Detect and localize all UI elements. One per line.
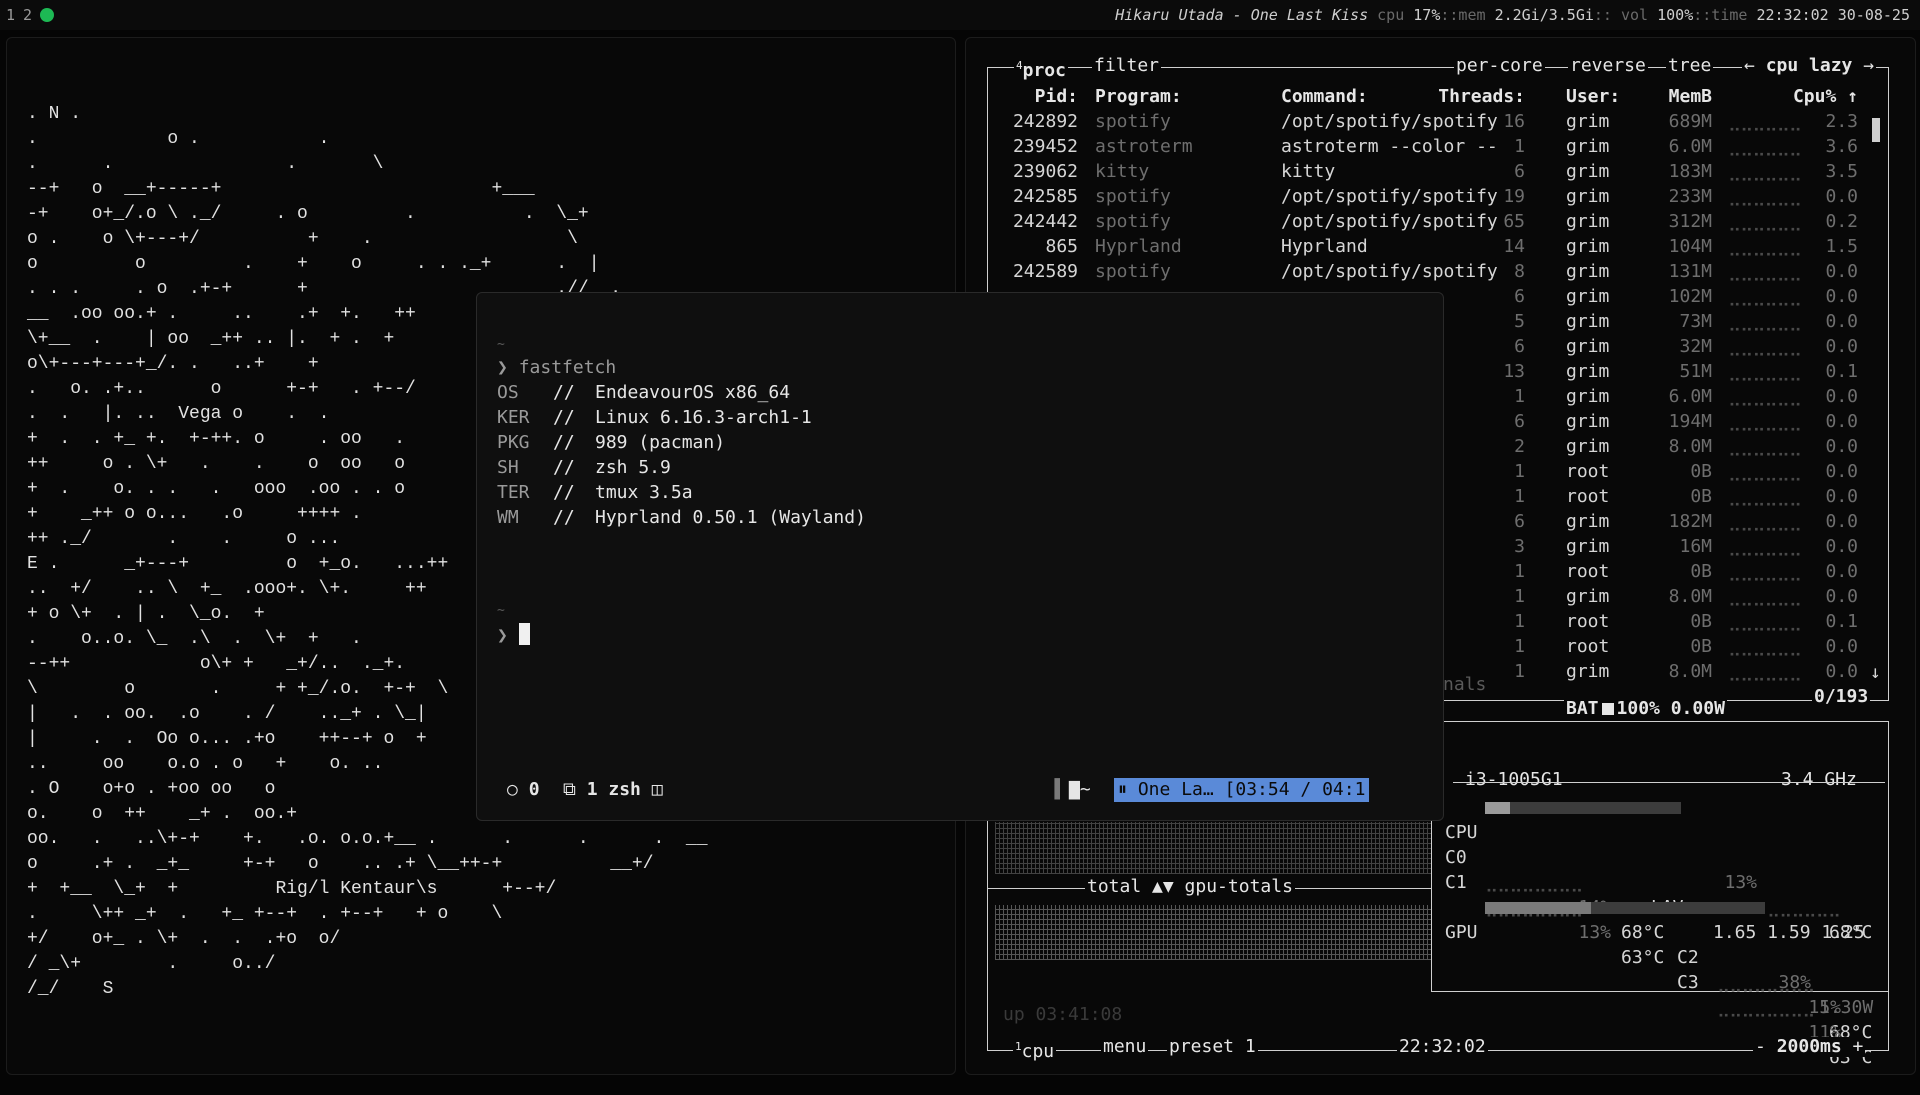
battery-status: BAT 100% 0.00W — [1564, 698, 1727, 719]
tab-cpu[interactable]: 1cpu — [1013, 1037, 1057, 1062]
workspace-1[interactable]: 1 — [6, 6, 15, 24]
cpu-label: cpu — [1377, 6, 1405, 24]
cpu-model: i3-1005G1 — [1463, 769, 1565, 790]
vol-value[interactable]: 100% — [1657, 6, 1693, 24]
spotify-icon[interactable] — [40, 8, 55, 22]
zoom-icon: ◫ — [651, 779, 663, 800]
status-bar: Hikaru Utada - One Last Kiss cpu 17%::me… — [1115, 0, 1910, 30]
load-avg-row: LAV: 1.65 1.59 1.25 — [1651, 897, 1865, 943]
process-row[interactable]: 242892 spotify/opt/spotify/spotify 16 grim 6… — [988, 109, 1888, 134]
gpu-row: GPU 38% 1.30W — [1445, 895, 1885, 1018]
fastfetch-line: OS//EndeavourOS x86_64 — [497, 382, 791, 403]
scroll-down-icon[interactable]: ↓ — [1870, 662, 1881, 683]
process-row[interactable]: 242589 spotify/opt/spotify/spotify 8 grim 13… — [988, 259, 1888, 284]
gpu-bar — [1485, 902, 1765, 914]
scrollbar-thumb[interactable] — [1872, 118, 1880, 142]
cpu-total-row: CPU 13% ⣀⣀⣀⣀⣀⣀ 68°C — [1445, 795, 1885, 943]
clock: 22:32:02 — [1756, 6, 1829, 24]
process-row[interactable]: 242442 spotify/opt/spotify/spotify 65 grim 3… — [988, 209, 1888, 234]
command-line: ❯ fastfetch — [497, 357, 617, 378]
cpu-freq: 3.4 GHz — [1779, 769, 1859, 790]
workspace-2[interactable]: 2 — [23, 6, 32, 24]
col-command[interactable]: Command: — [1281, 86, 1368, 107]
process-row[interactable]: 239452 astroterm astroterm --color -- 1 grim… — [988, 134, 1888, 159]
cpu-bar — [1485, 802, 1681, 814]
col-mem[interactable]: MemB — [1636, 86, 1712, 107]
floating-terminal[interactable]: ~ ❯ fastfetch OS//EndeavourOS x86_64 KER /… — [476, 292, 1444, 821]
active-prompt[interactable]: ❯ — [497, 623, 530, 646]
core-row-1: C0 ⣀⣀⣀⣀⣀⣀⣀⣀ 14% 68°C C2 ⣀⣀⣀⣀⣀⣀⣀⣀ 15% 68°… — [1445, 847, 1873, 1043]
uptime: up 03:41:08 — [1003, 1004, 1123, 1025]
time-label: ::time — [1693, 6, 1748, 24]
tab-cpu-lazy[interactable]: ← cpu lazy → — [1742, 56, 1877, 76]
tmux-dir: ▇~ — [1069, 779, 1091, 800]
col-cpu[interactable]: Cpu% ↑ — [1768, 86, 1858, 107]
col-threads[interactable]: Threads: — [1380, 86, 1525, 107]
window-icon: ⧉ — [563, 779, 576, 800]
tmux-status-bar: ○ 0 ⧉ 1 zsh ◫ ▐ ▇~ ⏸ One La… [03:54 / 04… — [477, 773, 1443, 807]
tab-total[interactable]: total ▲▼ gpu-totals — [1085, 877, 1295, 897]
cpu-value: 17% — [1413, 6, 1441, 24]
workspace-list: 12 — [6, 0, 62, 30]
partial-label: nals — [1443, 674, 1487, 695]
fastfetch-line: SH//zsh 5.9 — [497, 457, 671, 478]
process-count: 0/193 — [1812, 686, 1871, 707]
tmux-window[interactable]: ⧉ 1 zsh ◫ — [563, 773, 663, 807]
fastfetch-line: PKG//989 (pacman) — [497, 432, 726, 453]
text-cursor — [518, 623, 530, 645]
col-pid[interactable]: Pid: — [1008, 86, 1078, 107]
tab-tree[interactable]: tree — [1666, 56, 1714, 76]
cpu-graph — [995, 822, 1431, 874]
now-playing[interactable]: Hikaru Utada - One Last Kiss — [1115, 6, 1368, 24]
btop-clock: 22:32:02 — [1397, 1036, 1488, 1057]
gpu-graph — [995, 905, 1431, 960]
process-row[interactable]: 865 Hyprland Hyprland 14 grim 104M ⣀⣀⣀⣀⣀⣀ 1.5 — [988, 234, 1888, 259]
folder-icon: ▇ — [1069, 779, 1080, 800]
tab-preset[interactable]: preset 1 — [1167, 1037, 1258, 1057]
tab-proc[interactable]: 4proc — [1014, 56, 1068, 81]
tab-reverse[interactable]: reverse — [1568, 56, 1648, 76]
tab-menu[interactable]: menu — [1101, 1037, 1149, 1057]
tmux-now-playing[interactable]: ⏸ One La… [03:54 / 04:1 — [1114, 778, 1370, 802]
mem-value: 2.2Gi/3.5Gi — [1494, 6, 1594, 24]
tmux-session[interactable]: ○ 0 — [507, 773, 540, 807]
mem-label: ::mem — [1440, 6, 1486, 24]
pane-divider-icon: ▐ — [1049, 779, 1060, 800]
prompt-dir-2: ~ — [497, 603, 505, 618]
tab-filter[interactable]: filter — [1092, 56, 1162, 76]
fastfetch-line: KER//Linux 6.16.3-arch1-1 — [497, 407, 812, 428]
cpu-detail-top — [1453, 782, 1885, 783]
core-row-2: C1 ⣀⣀⣀⣀⣀⣀⣀⣀ 13% 63°C C3 ⣀⣀⣀⣀⣀⣀⣀⣀ 11% 63°… — [1445, 872, 1873, 1068]
col-program[interactable]: Program: — [1095, 86, 1182, 107]
session-icon: ○ — [507, 779, 518, 800]
col-user[interactable]: User: — [1566, 86, 1620, 107]
fastfetch-line: WM//Hyprland 0.50.1 (Wayland) — [497, 507, 866, 528]
update-interval[interactable]: - 2000ms + — [1753, 1037, 1866, 1057]
top-bar: 12 Hikaru Utada - One Last Kiss cpu 17%:… — [0, 0, 1920, 30]
date: 30-08-25 — [1837, 6, 1910, 24]
prompt-dir: ~ — [497, 337, 505, 352]
process-row[interactable]: 242585 spotify/opt/spotify/spotify 19 grim 2… — [988, 184, 1888, 209]
vol-label: :: vol — [1593, 6, 1649, 24]
tab-per-core[interactable]: per-core — [1454, 56, 1545, 76]
fastfetch-line: TER//tmux 3.5a — [497, 482, 693, 503]
battery-icon — [1601, 703, 1614, 715]
process-row[interactable]: 239062 kitty kitty 6 grim 183M ⣀⣀⣀⣀⣀⣀ 3.5 — [988, 159, 1888, 184]
